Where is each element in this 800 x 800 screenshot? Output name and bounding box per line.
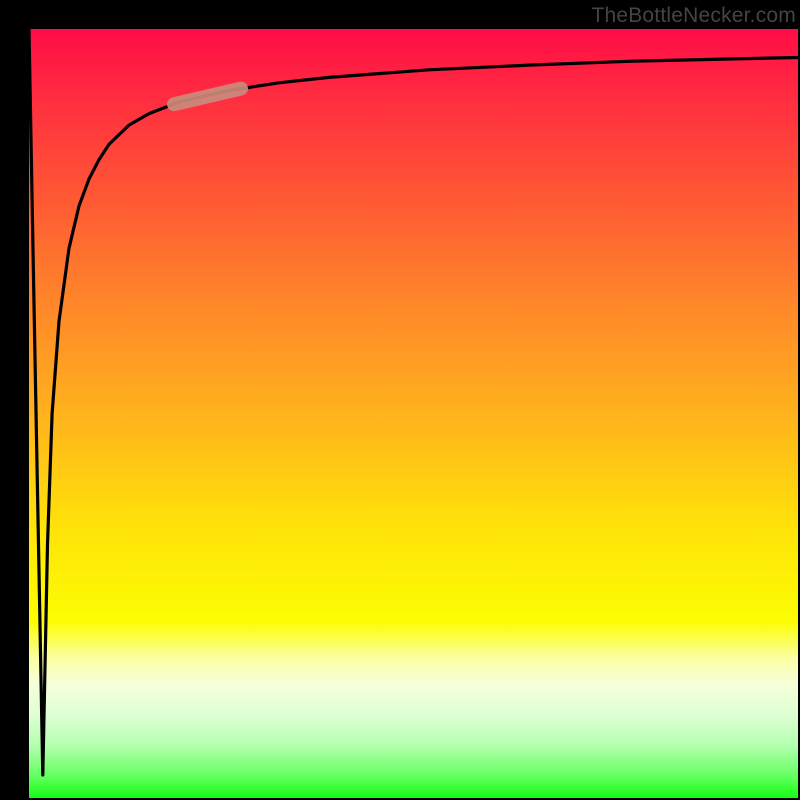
- main-curve: [29, 29, 798, 775]
- chart-frame: TheBottleNecker.com: [0, 0, 800, 800]
- curve-layer: [29, 29, 798, 798]
- highlight-segment: [174, 89, 241, 105]
- watermark-text: TheBottleNecker.com: [591, 4, 796, 28]
